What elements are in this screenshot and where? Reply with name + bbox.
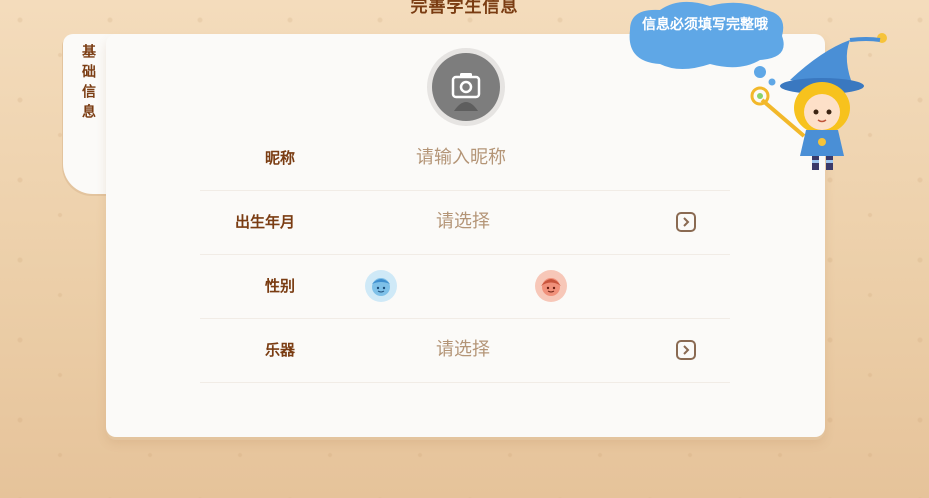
witch-mascot xyxy=(750,33,887,170)
nickname-row: 昵称 请输入昵称 xyxy=(200,126,730,191)
birth-select[interactable]: 请选择 xyxy=(436,190,490,254)
instrument-select[interactable]: 请选择 xyxy=(436,318,490,382)
nickname-input[interactable]: 请输入昵称 xyxy=(416,126,506,190)
boy-icon[interactable] xyxy=(365,270,397,302)
nickname-label: 昵称 xyxy=(264,149,295,167)
instrument-row[interactable]: 乐器 请选择 xyxy=(200,318,730,383)
chevron-right-icon[interactable] xyxy=(676,340,696,360)
chevron-right-icon[interactable] xyxy=(676,212,696,232)
camera-icon xyxy=(451,73,481,111)
avatar-upload[interactable] xyxy=(427,48,505,126)
gender-row: 性别 xyxy=(200,254,730,319)
gender-label: 性别 xyxy=(264,277,295,295)
avatar-placeholder xyxy=(432,53,500,121)
side-tab-label: 基础信息 xyxy=(80,44,96,124)
instrument-label: 乐器 xyxy=(264,341,295,359)
page-title: 完善学生信息 xyxy=(410,0,519,17)
birth-label: 出生年月 xyxy=(234,213,295,231)
girl-icon[interactable] xyxy=(535,270,567,302)
birth-row[interactable]: 出生年月 请选择 xyxy=(200,190,730,255)
